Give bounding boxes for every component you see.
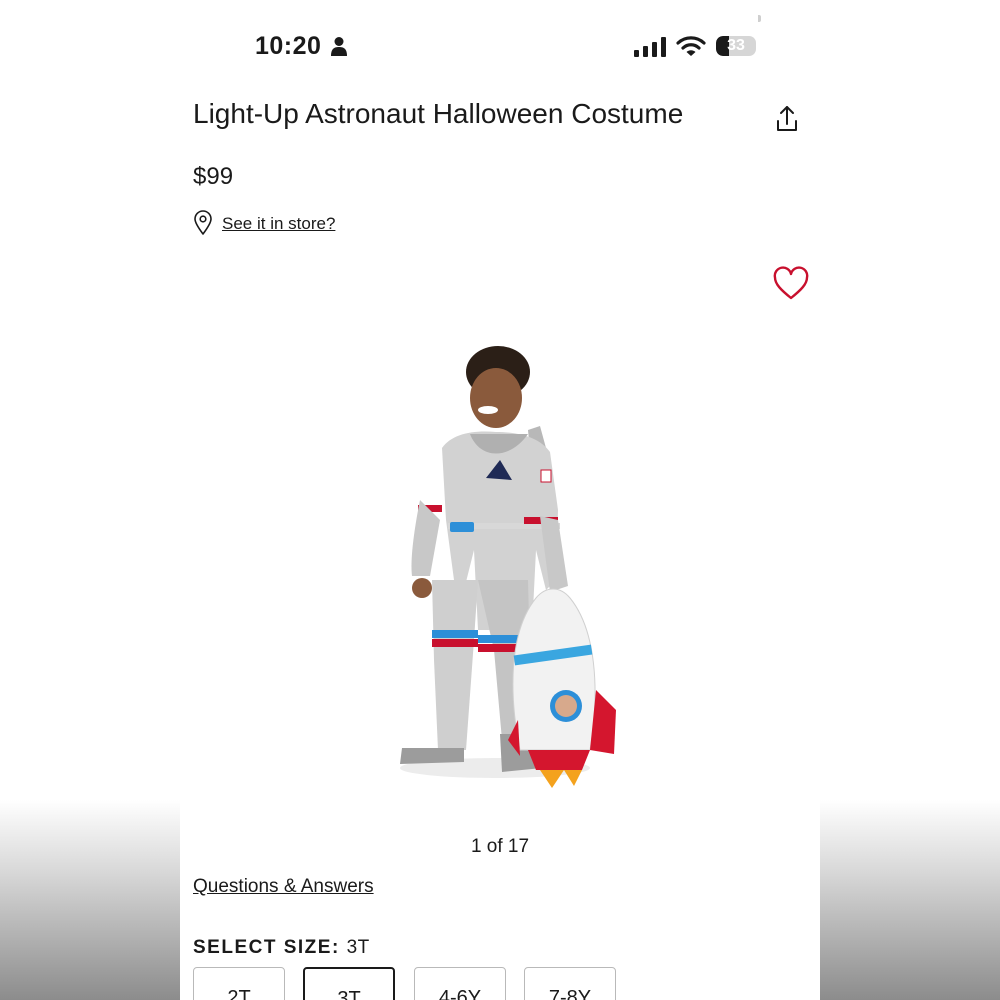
product-image[interactable] (360, 330, 650, 800)
see-in-store-link[interactable]: See it in store? (222, 214, 335, 234)
questions-answers-link[interactable]: Questions & Answers (193, 876, 374, 898)
product-page: 10:20 33 Light-Up Astronaut Halloween Co… (0, 0, 1000, 1000)
right-gradient-bar (820, 800, 1000, 1000)
left-gradient-bar (0, 800, 180, 1000)
person-icon (331, 37, 347, 56)
image-counter: 1 of 17 (470, 836, 530, 857)
size-option-7-8y[interactable]: 7-8Y (524, 967, 616, 1000)
size-option-4-6y[interactable]: 4-6Y (414, 967, 506, 1000)
wifi-icon (676, 36, 706, 56)
size-option-3t[interactable]: 3T (303, 967, 395, 1000)
product-price: $99 (193, 163, 234, 190)
battery-cap (758, 15, 761, 22)
size-option-2t[interactable]: 2T (193, 967, 285, 1000)
status-time: 10:20 (255, 32, 322, 60)
battery-indicator: 33 (716, 36, 756, 56)
selected-size-value: 3T (346, 937, 370, 958)
location-pin-icon (194, 210, 212, 235)
product-title: Light-Up Astronaut Halloween Costume (193, 98, 684, 129)
select-size-heading: SELECT SIZE: (193, 937, 340, 958)
cellular-signal-icon (634, 37, 666, 57)
status-bar: 10:20 33 (0, 28, 1000, 68)
heart-icon[interactable] (772, 266, 810, 302)
size-label: SELECT SIZE: 3T (193, 937, 370, 959)
battery-percentage: 33 (727, 37, 745, 54)
share-icon[interactable] (772, 104, 802, 136)
